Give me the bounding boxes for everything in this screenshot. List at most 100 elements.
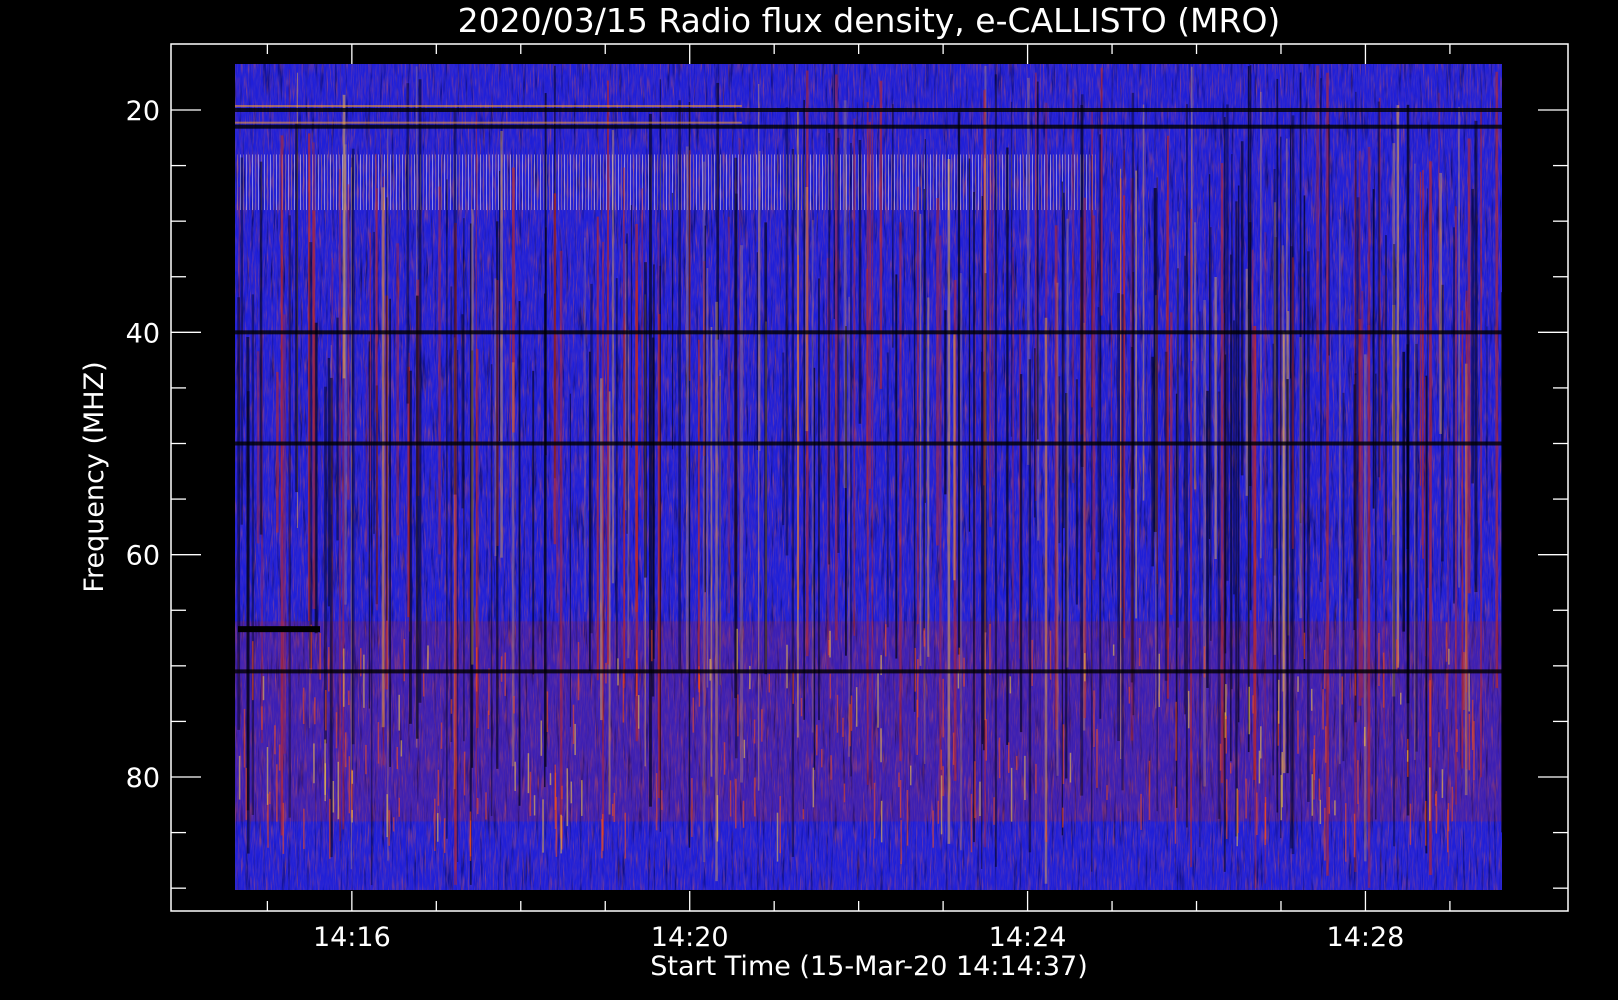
streak bbox=[1036, 81, 1039, 440]
streak bbox=[453, 110, 457, 495]
burst-speck bbox=[243, 708, 246, 768]
burst-speck bbox=[812, 767, 815, 808]
streak bbox=[1361, 291, 1364, 698]
streak bbox=[1235, 201, 1238, 837]
chart-title: 2020/03/15 Radio flux density, e-CALLIST… bbox=[458, 1, 1281, 40]
streak bbox=[1034, 348, 1036, 518]
streak bbox=[518, 301, 521, 806]
streak bbox=[1170, 312, 1173, 615]
burst-speck bbox=[513, 696, 515, 714]
burst-speck bbox=[637, 695, 640, 729]
x-tick-label: 14:28 bbox=[1327, 922, 1405, 953]
burst-speck bbox=[836, 694, 839, 733]
spectrogram-image bbox=[235, 64, 1503, 890]
streak bbox=[471, 209, 474, 665]
streak bbox=[376, 188, 378, 611]
burst-speck bbox=[388, 810, 390, 846]
burst-speck bbox=[906, 789, 909, 846]
burst-speck bbox=[1252, 695, 1254, 714]
burst-speck bbox=[909, 765, 912, 786]
burst-speck bbox=[768, 674, 771, 693]
burst-speck bbox=[1424, 800, 1427, 846]
y-tick-label: 60 bbox=[126, 541, 160, 572]
burst-speck bbox=[1313, 748, 1315, 800]
burst-speck bbox=[737, 694, 739, 737]
streak bbox=[850, 142, 852, 777]
burst-speck bbox=[463, 751, 466, 796]
streak bbox=[237, 297, 241, 730]
streak bbox=[596, 216, 599, 681]
rfi-glow bbox=[235, 121, 742, 124]
streak bbox=[1286, 379, 1289, 774]
burst-speck bbox=[624, 812, 627, 859]
streak bbox=[1424, 376, 1426, 657]
burst-speck bbox=[1219, 743, 1222, 771]
burst-speck bbox=[554, 764, 556, 811]
burst-speck bbox=[698, 674, 701, 707]
burst-speck bbox=[1245, 778, 1247, 819]
streak bbox=[373, 231, 375, 534]
burst-speck bbox=[1297, 676, 1299, 692]
streak bbox=[1184, 255, 1186, 715]
burst-speck bbox=[1140, 793, 1142, 830]
burst-speck bbox=[437, 813, 439, 842]
streak bbox=[853, 118, 856, 636]
burst-speck bbox=[742, 800, 745, 828]
streak bbox=[678, 100, 681, 670]
streak bbox=[1320, 78, 1322, 583]
streak bbox=[981, 351, 983, 869]
streak bbox=[324, 386, 327, 744]
streak bbox=[1121, 294, 1124, 791]
streak bbox=[868, 122, 871, 489]
streak bbox=[336, 317, 339, 541]
streak bbox=[1117, 293, 1121, 742]
burst-speck bbox=[1138, 637, 1141, 667]
burst-speck bbox=[601, 819, 603, 859]
streak bbox=[615, 278, 618, 672]
burst-speck bbox=[622, 669, 625, 723]
burst-speck bbox=[392, 817, 395, 832]
burst-speck bbox=[779, 796, 781, 854]
streak bbox=[1402, 351, 1406, 632]
burst-speck bbox=[940, 775, 943, 835]
burst-speck bbox=[1446, 809, 1449, 853]
streak bbox=[1367, 325, 1371, 823]
burst-speck bbox=[1187, 690, 1190, 729]
streak bbox=[259, 161, 263, 535]
streak bbox=[240, 157, 243, 525]
streak bbox=[710, 326, 713, 777]
streak bbox=[1458, 106, 1460, 588]
burst-speck bbox=[1378, 632, 1380, 686]
burst-speck bbox=[754, 777, 756, 817]
streak bbox=[1044, 317, 1048, 884]
y-tick-label: 20 bbox=[126, 96, 160, 127]
streak bbox=[1447, 332, 1449, 867]
burst-speck bbox=[1396, 639, 1398, 672]
burst-speck bbox=[343, 648, 345, 707]
streak bbox=[450, 286, 453, 742]
burst-speck bbox=[802, 809, 805, 820]
streak bbox=[653, 264, 655, 659]
burst-speck bbox=[1069, 752, 1072, 783]
burst-speck bbox=[365, 744, 367, 775]
streak bbox=[1131, 92, 1135, 489]
burst-speck bbox=[661, 790, 663, 810]
x-tick-label: 14:20 bbox=[651, 922, 729, 953]
burst-speck bbox=[800, 697, 803, 717]
streak bbox=[1299, 337, 1302, 619]
streak bbox=[1377, 101, 1380, 478]
streak bbox=[309, 242, 313, 669]
streak bbox=[1353, 384, 1356, 631]
streak bbox=[759, 150, 761, 452]
streak bbox=[924, 139, 926, 503]
burst-speck bbox=[1318, 778, 1321, 801]
burst-speck bbox=[363, 654, 365, 708]
rfi-glow bbox=[235, 105, 742, 107]
burst-speck bbox=[1406, 750, 1409, 762]
streak bbox=[1281, 245, 1285, 692]
streak bbox=[1375, 373, 1377, 820]
burst-speck bbox=[1024, 755, 1026, 800]
streak bbox=[919, 213, 922, 666]
streak bbox=[892, 104, 894, 348]
burst-speck bbox=[485, 792, 487, 820]
